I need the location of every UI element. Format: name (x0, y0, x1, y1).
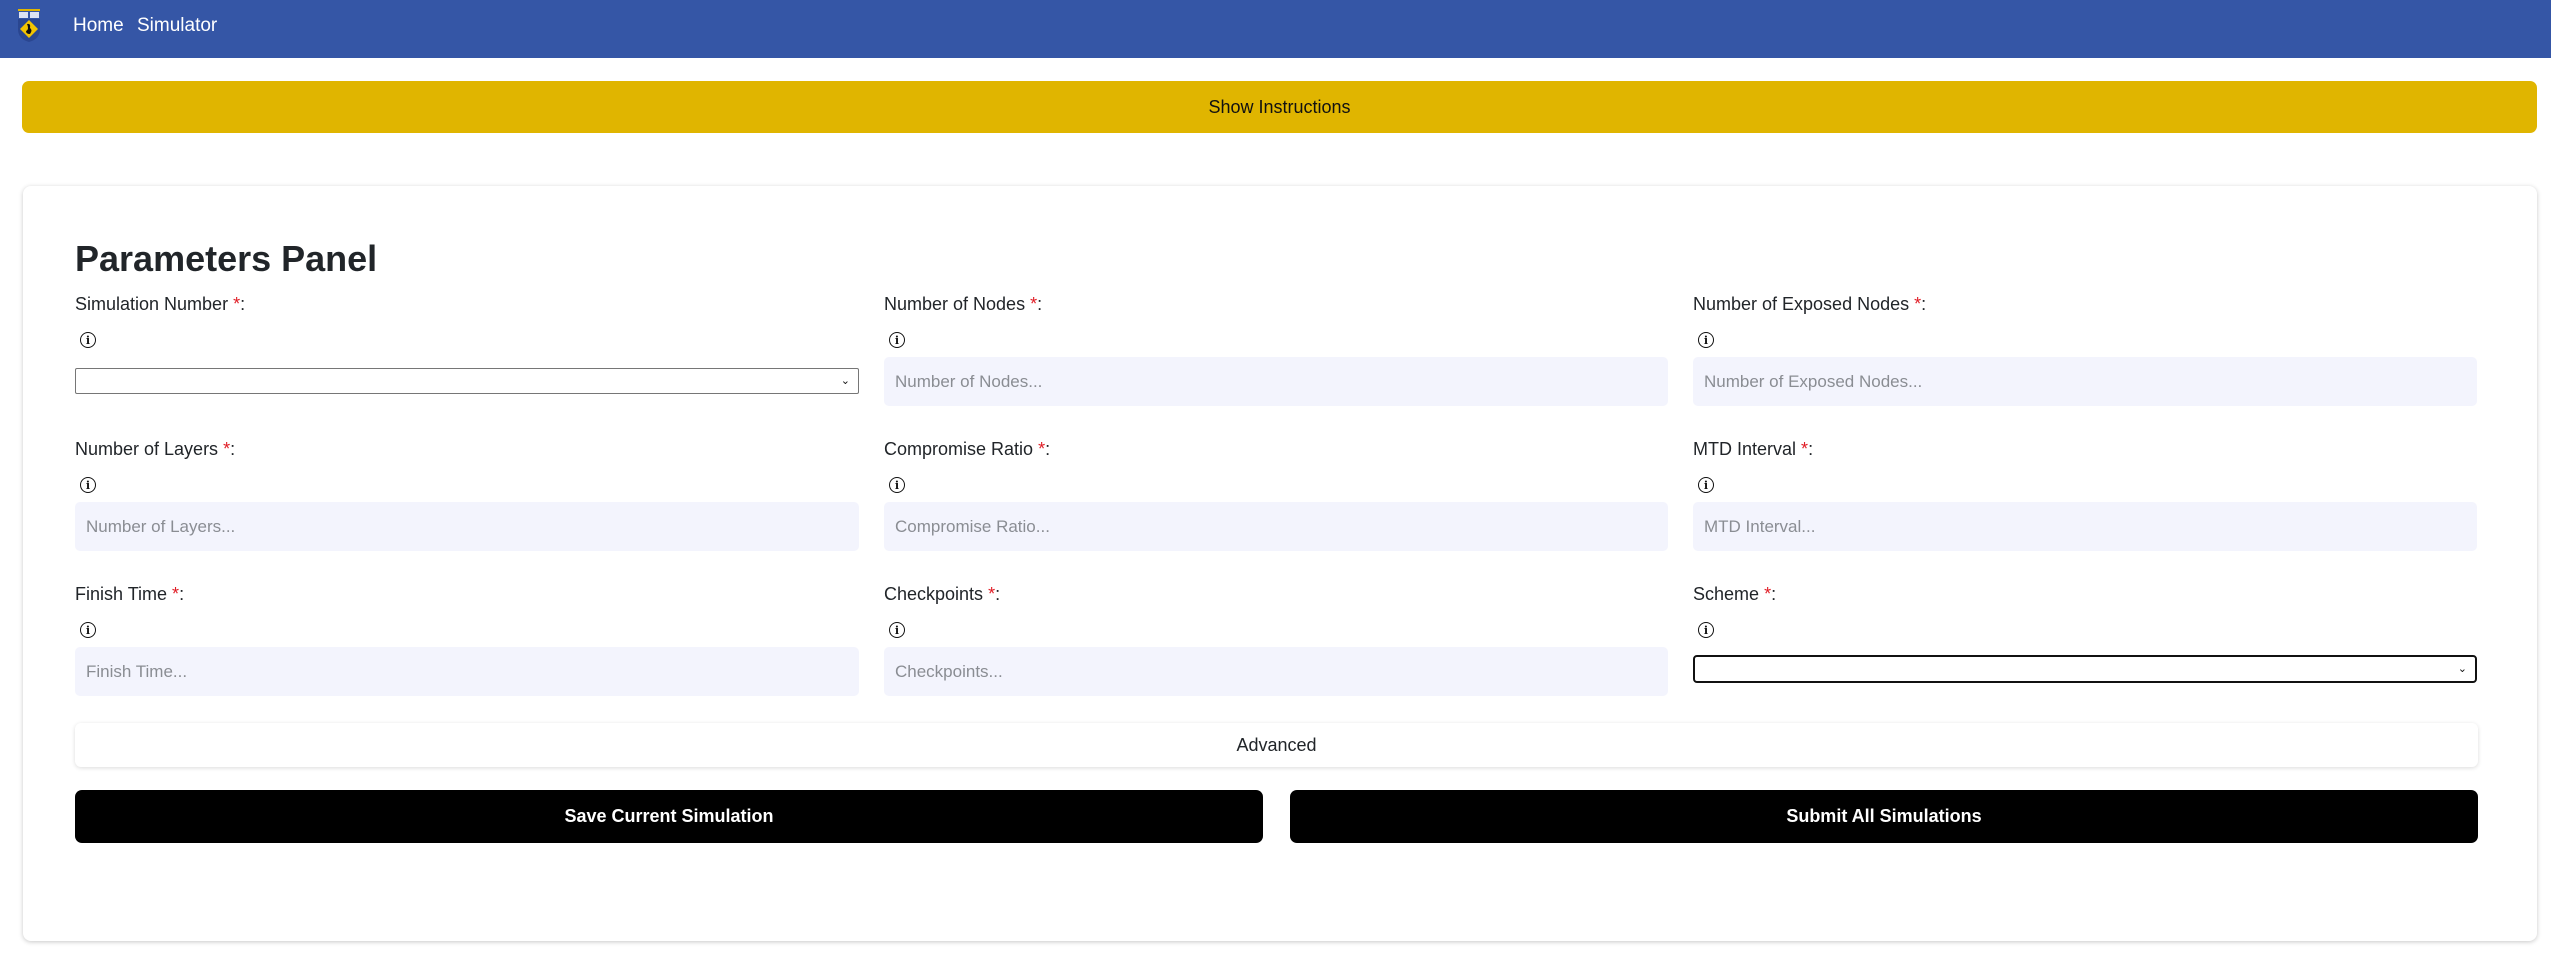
chevron-down-icon: ⌄ (840, 374, 850, 387)
top-navbar: Home Simulator (0, 0, 2551, 58)
info-circle-icon[interactable]: i (889, 332, 905, 348)
info-circle-icon[interactable]: i (80, 622, 96, 638)
simulation-number-select[interactable]: ⌄ (75, 368, 859, 394)
finish-time-input[interactable] (75, 647, 859, 696)
required-marker: * (1801, 439, 1809, 459)
field-label: Number of Layers *: (75, 439, 236, 459)
show-instructions-button[interactable]: Show Instructions (22, 81, 2537, 133)
advanced-toggle-button[interactable]: Advanced (75, 723, 2478, 767)
field-label: Simulation Number *: (75, 294, 246, 314)
chevron-down-icon: ⌄ (2457, 662, 2467, 675)
info-circle-icon[interactable]: i (889, 622, 905, 638)
field-label: Checkpoints *: (884, 584, 1001, 604)
number-of-exposed-nodes-input[interactable] (1693, 357, 2477, 406)
scheme-select[interactable]: ⌄ (1693, 655, 2477, 683)
required-marker: * (1914, 294, 1922, 314)
info-circle-icon[interactable]: i (1698, 332, 1714, 348)
field-label: MTD Interval *: (1693, 439, 1814, 459)
info-circle-icon[interactable]: i (889, 477, 905, 493)
compromise-ratio-input[interactable] (884, 502, 1668, 551)
field-label: Number of Nodes *: (884, 294, 1043, 314)
field-label: Scheme *: (1693, 584, 1777, 604)
save-current-simulation-button[interactable]: Save Current Simulation (75, 790, 1263, 843)
required-marker: * (1038, 439, 1046, 459)
mtd-interval-input[interactable] (1693, 502, 2477, 551)
checkpoints-input[interactable] (884, 647, 1668, 696)
number-of-layers-input[interactable] (75, 502, 859, 551)
info-circle-icon[interactable]: i (1698, 622, 1714, 638)
required-marker: * (988, 584, 996, 604)
required-marker: * (172, 584, 180, 604)
info-circle-icon[interactable]: i (80, 477, 96, 493)
university-crest-logo-icon[interactable] (16, 9, 42, 43)
nav-link-simulator[interactable]: Simulator (137, 15, 217, 37)
field-label: Compromise Ratio *: (884, 439, 1051, 459)
page-title: Parameters Panel (75, 238, 378, 279)
field-label: Finish Time *: (75, 584, 185, 604)
required-marker: * (233, 294, 241, 314)
info-circle-icon[interactable]: i (1698, 477, 1714, 493)
submit-all-simulations-button[interactable]: Submit All Simulations (1290, 790, 2478, 843)
required-marker: * (223, 439, 231, 459)
number-of-nodes-input[interactable] (884, 357, 1668, 406)
nav-link-home[interactable]: Home (73, 15, 124, 37)
required-marker: * (1030, 294, 1038, 314)
info-circle-icon[interactable]: i (80, 332, 96, 348)
field-label: Number of Exposed Nodes *: (1693, 294, 1927, 314)
required-marker: * (1764, 584, 1772, 604)
